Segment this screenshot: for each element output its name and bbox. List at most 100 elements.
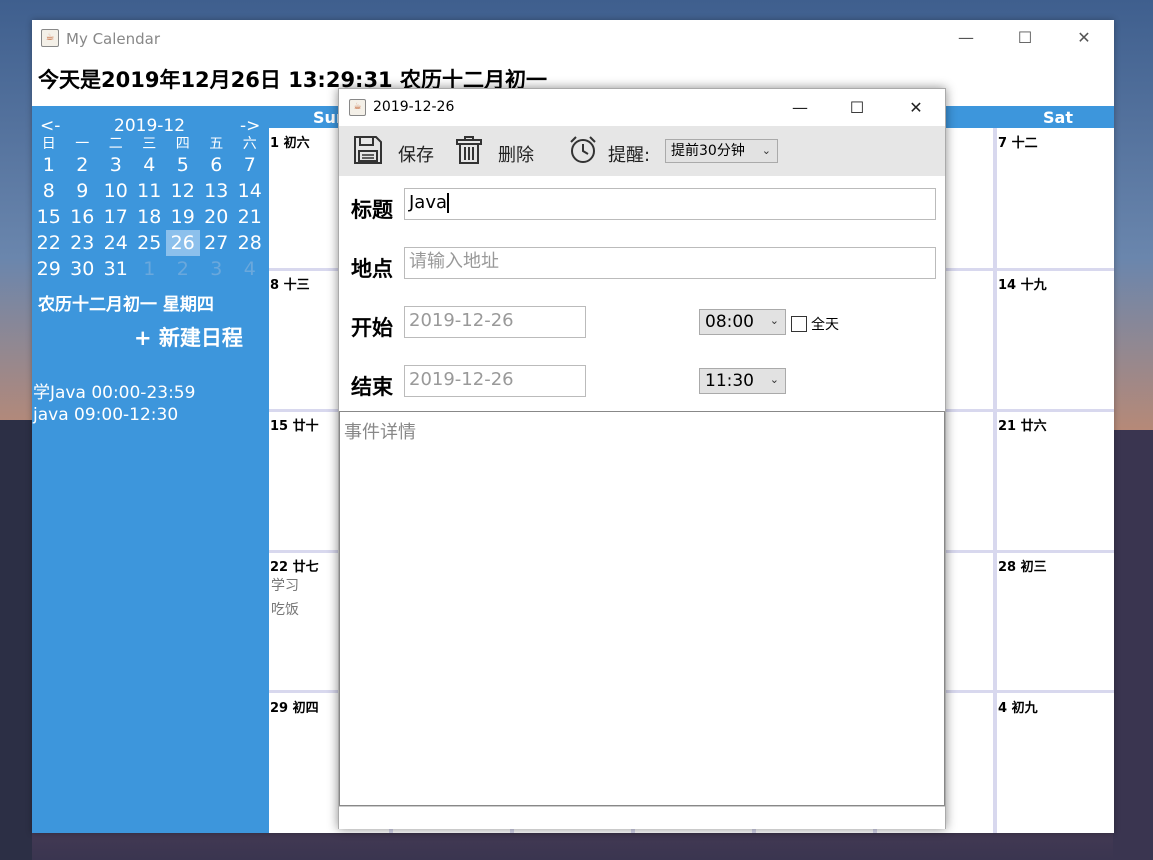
day-cell-label[interactable]: 1 初六 (270, 132, 310, 151)
next-month-button[interactable]: -> (240, 116, 260, 136)
text-caret (447, 193, 450, 213)
mini-day[interactable]: 4 (133, 152, 167, 178)
mini-day[interactable]: 29 (32, 256, 66, 282)
dialog-title: 2019-12-26 (373, 99, 455, 115)
dialog-footer (339, 806, 945, 829)
save-button[interactable]: 保存 (398, 141, 434, 167)
chevron-down-icon: ⌄ (769, 314, 779, 327)
mini-day[interactable]: 8 (32, 178, 66, 204)
end-time-select[interactable]: 11:30 ⌄ (699, 368, 786, 394)
week-row: 15 16 17 18 19 20 21 (32, 204, 269, 230)
event-details-textarea[interactable]: 事件详情 (339, 411, 945, 806)
week-row: 8 9 10 11 12 13 14 (32, 178, 269, 204)
mini-day[interactable]: 24 (99, 230, 133, 256)
mini-day[interactable]: 23 (66, 230, 100, 256)
day-cell-label[interactable]: 7 十二 (998, 132, 1038, 151)
new-event-button[interactable]: + 新建日程 (134, 322, 243, 352)
sidebar-event-item[interactable]: java 09:00-12:30 (33, 405, 178, 425)
mini-day[interactable]: 22 (32, 230, 66, 256)
start-date-input[interactable]: 2019-12-26 (404, 306, 586, 338)
end-label: 结束 (351, 375, 393, 399)
chevron-down-icon: ⌄ (769, 373, 779, 386)
mini-day[interactable]: 30 (66, 256, 100, 282)
day-event[interactable]: 吃饭 (271, 599, 299, 619)
main-titlebar[interactable]: ☕ My Calendar — ☐ ✕ (32, 20, 1114, 56)
mini-day[interactable]: 10 (99, 178, 133, 204)
day-cell-label[interactable]: 29 初四 (270, 697, 319, 716)
delete-button[interactable]: 删除 (498, 141, 534, 167)
day-cell-label[interactable]: 4 初九 (998, 697, 1038, 716)
reminder-value: 提前30分钟 (671, 143, 745, 159)
mini-day[interactable]: 7 (233, 152, 267, 178)
details-placeholder: 事件详情 (344, 422, 416, 443)
mini-day-next-month[interactable]: 1 (133, 256, 167, 282)
weekday-label: 四 (175, 136, 190, 152)
mini-day[interactable]: 17 (99, 204, 133, 230)
mini-day[interactable]: 5 (166, 152, 200, 178)
mini-day[interactable]: 28 (233, 230, 267, 256)
mini-day[interactable]: 14 (233, 178, 267, 204)
minimize-button[interactable]: — (951, 26, 981, 50)
mini-day[interactable]: 20 (200, 204, 234, 230)
all-day-checkbox[interactable] (791, 316, 807, 332)
java-app-icon: ☕ (349, 99, 366, 116)
event-dialog: ☕ 2019-12-26 — ☐ ✕ 保存 删除 提醒: 提前30分钟 ⌄ 标题… (338, 88, 946, 829)
save-icon[interactable] (353, 135, 383, 165)
mini-calendar-header: <- 2019-12 -> (32, 116, 269, 136)
mini-day[interactable]: 13 (200, 178, 234, 204)
dialog-minimize-button[interactable]: — (785, 96, 815, 120)
mini-day[interactable]: 18 (133, 204, 167, 230)
alarm-clock-icon (570, 136, 596, 163)
end-date-input[interactable]: 2019-12-26 (404, 365, 586, 397)
end-time-value: 11:30 (705, 371, 754, 391)
dialog-maximize-button[interactable]: ☐ (842, 96, 872, 120)
mini-day[interactable]: 6 (200, 152, 234, 178)
all-day-label[interactable]: 全天 (811, 314, 839, 334)
day-cell-label[interactable]: 21 廿六 (998, 415, 1047, 434)
dialog-close-button[interactable]: ✕ (901, 96, 931, 120)
mini-day-next-month[interactable]: 3 (200, 256, 234, 282)
mini-day[interactable]: 3 (99, 152, 133, 178)
java-app-icon: ☕ (41, 29, 59, 47)
trash-icon[interactable] (454, 135, 484, 165)
mini-day[interactable]: 31 (99, 256, 133, 282)
mini-day[interactable]: 11 (133, 178, 167, 204)
mini-month-label: 2019-12 (114, 116, 186, 136)
mini-day[interactable]: 25 (133, 230, 167, 256)
background-left (0, 420, 32, 860)
mini-day-selected[interactable]: 26 (166, 230, 200, 256)
prev-month-button[interactable]: <- (40, 116, 60, 136)
close-button[interactable]: ✕ (1069, 26, 1099, 50)
start-time-select[interactable]: 08:00 ⌄ (699, 309, 786, 335)
day-event[interactable]: 学习 (271, 575, 299, 595)
mini-day-next-month[interactable]: 2 (166, 256, 200, 282)
dialog-titlebar[interactable]: ☕ 2019-12-26 — ☐ ✕ (339, 89, 945, 126)
day-cell-label[interactable]: 28 初三 (998, 556, 1047, 575)
mini-day[interactable]: 9 (66, 178, 100, 204)
grid-line (993, 128, 997, 833)
sidebar-event-item[interactable]: 学Java 00:00-23:59 (33, 378, 195, 403)
mini-day[interactable]: 21 (233, 204, 267, 230)
maximize-button[interactable]: ☐ (1010, 26, 1040, 50)
location-label: 地点 (351, 257, 393, 281)
mini-day[interactable]: 16 (66, 204, 100, 230)
mini-day[interactable]: 15 (32, 204, 66, 230)
mini-day[interactable]: 12 (166, 178, 200, 204)
event-form: 标题 Java 地点 请输入地址 开始 2019-12-26 08:00 ⌄ 全… (339, 176, 945, 412)
day-cell-label[interactable]: 15 廿十 (270, 415, 319, 434)
day-cell-label[interactable]: 22 廿七 (270, 556, 319, 575)
weekday-label: 三 (142, 136, 157, 152)
mini-day[interactable]: 2 (66, 152, 100, 178)
mini-day-next-month[interactable]: 4 (233, 256, 267, 282)
weekday-label: 一 (75, 136, 90, 152)
mini-day[interactable]: 1 (32, 152, 66, 178)
day-cell-label[interactable]: 8 十三 (270, 274, 310, 293)
day-cell-label[interactable]: 14 十九 (998, 274, 1047, 293)
reminder-select[interactable]: 提前30分钟 ⌄ (665, 139, 778, 163)
mini-calendar-grid: 日 一 二 三 四 五 六 1 2 3 4 5 6 7 8 9 10 11 12… (32, 136, 269, 282)
mini-day[interactable]: 27 (200, 230, 234, 256)
title-input[interactable]: Java (404, 188, 936, 220)
mini-day[interactable]: 19 (166, 204, 200, 230)
start-time-value: 08:00 (705, 312, 754, 332)
location-input[interactable]: 请输入地址 (404, 247, 936, 279)
